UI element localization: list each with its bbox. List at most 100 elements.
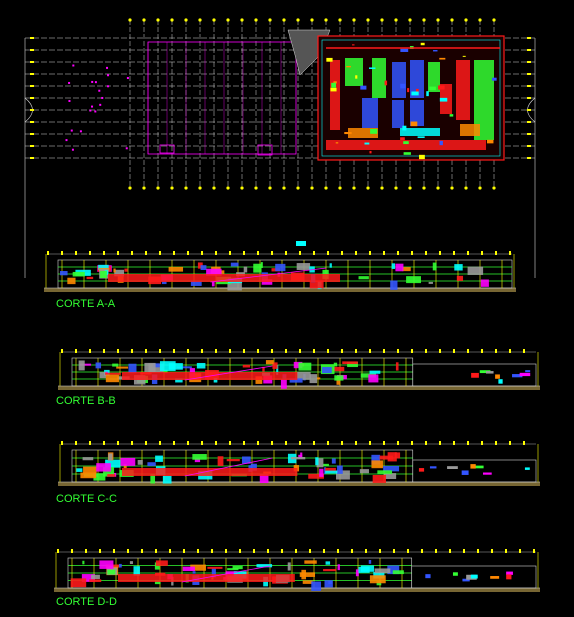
section-level-mark — [337, 549, 339, 553]
plan-grid-bubble — [394, 186, 398, 190]
plan-detail — [400, 83, 406, 89]
section-detail — [82, 457, 94, 461]
section-level-mark — [295, 549, 297, 553]
plan-detail — [403, 141, 409, 145]
section-detail — [359, 469, 369, 474]
plan-dim-mark — [527, 61, 531, 63]
section-detail — [113, 268, 116, 273]
section-level-mark — [169, 549, 171, 553]
plan-dim-mark — [30, 61, 34, 63]
section-level-mark — [313, 349, 315, 353]
section-level-mark — [71, 549, 73, 553]
section-detail — [377, 470, 393, 474]
plan-detail — [330, 87, 337, 92]
section-level-mark — [155, 549, 157, 553]
plan-tree-dot — [126, 77, 129, 80]
section-level-mark — [341, 349, 343, 353]
plan-grid-bubble — [422, 18, 426, 22]
section-level-mark — [57, 549, 59, 553]
plan-grid-bubble — [240, 18, 244, 22]
section-detail — [329, 263, 332, 268]
plan-grid-bubble — [212, 186, 216, 190]
section-detail — [480, 279, 489, 287]
plan-detail — [439, 97, 448, 102]
plan-room-block — [460, 124, 480, 136]
section-level-mark — [215, 349, 217, 353]
section-level-mark — [481, 349, 483, 353]
section-level-mark — [327, 349, 329, 353]
section-level-mark — [201, 251, 203, 255]
section-wing-detail — [485, 371, 494, 374]
section-level-mark — [127, 549, 129, 553]
section-level-mark — [439, 251, 441, 255]
section-detail — [369, 370, 381, 374]
section-level-mark — [257, 349, 259, 353]
section-wing-detail — [447, 466, 458, 470]
plan-grid-bubble — [380, 186, 384, 190]
plan-grid-bubble — [450, 18, 454, 22]
section-level-mark — [271, 251, 273, 255]
section-level-mark — [271, 441, 273, 445]
plan-detail — [449, 114, 454, 117]
plan-dim-mark — [527, 37, 531, 39]
plan-detail — [417, 136, 425, 138]
section-detail — [70, 578, 87, 588]
section-detail — [333, 362, 338, 367]
plan-grid-bubble — [268, 18, 272, 22]
plan-dim-mark — [527, 145, 531, 147]
section-detail — [456, 275, 464, 281]
plan-detail — [433, 50, 438, 52]
plan-grid-bubble — [324, 186, 328, 190]
plan-detail — [402, 125, 407, 131]
section-level-mark — [215, 251, 217, 255]
section-level-mark — [281, 549, 283, 553]
section-wing-detail — [490, 576, 500, 579]
section-ground — [44, 288, 516, 292]
section-level-mark — [201, 441, 203, 445]
plan-tree-dot — [99, 103, 102, 106]
section-level-mark — [159, 251, 161, 255]
section-level-mark — [411, 251, 413, 255]
section-level-mark — [173, 349, 175, 353]
section-level-mark — [257, 251, 259, 255]
section-level-mark — [453, 441, 455, 445]
section-level-mark — [89, 441, 91, 445]
section-detail — [402, 267, 411, 272]
plan-dim-mark — [527, 121, 531, 123]
section-level-mark — [505, 549, 507, 553]
section-level-mark — [89, 349, 91, 353]
section-wing-detail — [470, 464, 476, 469]
section-detail — [217, 456, 224, 466]
section-detail — [196, 362, 206, 369]
section-red-band — [118, 574, 295, 582]
plan-grid-bubble — [436, 18, 440, 22]
plan-detail — [331, 82, 337, 88]
plan-grid-bubble — [408, 186, 412, 190]
section-level-mark — [243, 251, 245, 255]
section-level-mark — [257, 441, 259, 445]
plan-grid-bubble — [366, 18, 370, 22]
section-level-mark — [397, 349, 399, 353]
section-detail — [355, 569, 359, 577]
plan-detail — [400, 48, 409, 52]
section-detail — [290, 456, 306, 460]
section-detail — [155, 560, 168, 566]
plan-detail — [411, 91, 419, 96]
section-level-mark — [383, 251, 385, 255]
section-level-mark — [435, 549, 437, 553]
plan-detail — [426, 91, 429, 97]
section-level-mark — [299, 349, 301, 353]
section-detail — [371, 460, 383, 469]
plan-tree-dot — [91, 80, 94, 83]
plan-detail — [364, 142, 370, 145]
plan-grid-bubble — [156, 18, 160, 22]
section-level-mark — [383, 441, 385, 445]
section-level-mark — [383, 349, 385, 353]
plan-tree-dot — [91, 105, 94, 108]
section-detail — [128, 363, 137, 374]
section-level-mark — [215, 441, 217, 445]
section-level-mark — [397, 251, 399, 255]
section-detail — [95, 362, 102, 369]
section-level-mark — [131, 251, 133, 255]
section-detail — [334, 375, 344, 381]
